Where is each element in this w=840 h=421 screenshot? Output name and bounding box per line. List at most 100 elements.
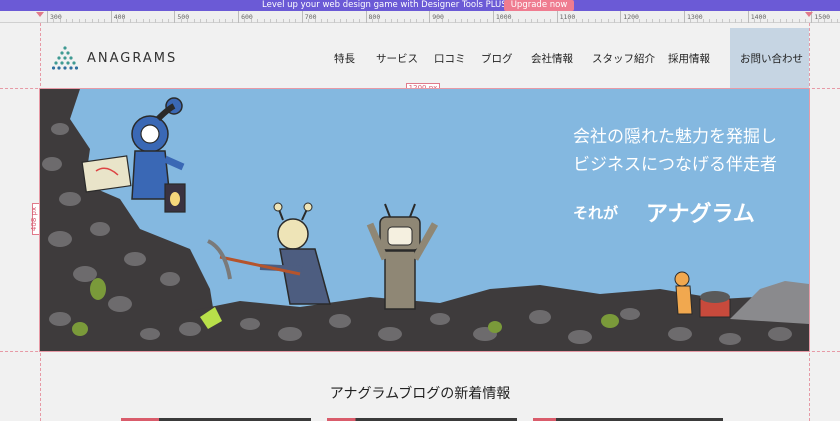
ruler-minor-tick (206, 19, 208, 23)
ruler-minor-tick (155, 19, 157, 23)
nav-item-recruit[interactable]: 採用情報 (668, 51, 710, 66)
ruler-minor-tick (461, 19, 463, 23)
ruler-minor-tick (378, 19, 380, 23)
ruler-minor-tick (180, 19, 182, 23)
hero-tagline-prefix: それが (573, 204, 619, 222)
ruler-tick-line (47, 11, 48, 23)
ruler-minor-tick (824, 19, 826, 23)
ruler-minor-tick (168, 19, 170, 23)
ruler-minor-tick (785, 19, 787, 23)
hero-brand: アナグラム (646, 202, 755, 227)
ruler-minor-tick (308, 19, 310, 23)
ruler-minor-tick (199, 19, 201, 23)
ruler-minor-tick (129, 19, 131, 23)
ruler-minor-tick (696, 19, 698, 23)
promo-bar: Level up your web design game with Desig… (0, 0, 840, 11)
ruler-tick-line (365, 11, 367, 23)
ruler-minor-tick (792, 19, 794, 23)
ruler-minor-tick (499, 19, 501, 23)
ruler-right-marker[interactable] (805, 12, 813, 17)
ruler-tick-line (492, 11, 494, 23)
ruler-minor-tick (715, 19, 717, 23)
nav-item-company[interactable]: 会社情報 (531, 51, 573, 66)
ruler-tick-label: 1500 (814, 13, 831, 21)
ruler-minor-tick (218, 19, 220, 23)
ruler-minor-tick (524, 19, 526, 23)
ruler-minor-tick (836, 19, 838, 23)
ruler-minor-tick (78, 19, 80, 23)
ruler-tick-line (556, 11, 558, 23)
nav-item-features[interactable]: 特長 (334, 51, 355, 66)
ruler-minor-tick (59, 19, 61, 23)
nav-item-services[interactable]: サービス (376, 51, 418, 66)
ruler-minor-tick (677, 19, 679, 23)
ruler-minor-tick (798, 19, 800, 23)
ruler-minor-tick (607, 19, 609, 23)
ruler-minor-tick (441, 19, 443, 23)
ruler-minor-tick (550, 19, 552, 23)
ruler-minor-tick (518, 19, 520, 23)
ruler-minor-tick (722, 19, 724, 23)
ruler-minor-tick (269, 19, 271, 23)
ruler-minor-tick (282, 19, 284, 23)
ruler-tick-label: 1400 (750, 13, 767, 21)
ruler-minor-tick (148, 19, 150, 23)
ruler-minor-tick (327, 19, 329, 23)
promo-text: Level up your web design game with Desig… (262, 0, 507, 10)
ruler-minor-tick (512, 19, 513, 23)
ruler-minor-tick (467, 19, 469, 23)
ruler-minor-tick (416, 19, 418, 23)
ruler-minor-tick (454, 19, 456, 23)
ruler-minor-tick (295, 19, 297, 23)
ruler-minor-tick (123, 19, 125, 23)
ruler-minor-tick (734, 19, 736, 23)
logo-text[interactable]: ANAGRAMS (87, 51, 177, 66)
ruler-left-marker[interactable] (36, 12, 44, 17)
grey-character (366, 203, 439, 310)
ruler-minor-tick (728, 19, 730, 23)
ruler-minor-tick (645, 19, 647, 23)
blog-section-title: アナグラムブログの新着情報 (329, 386, 511, 402)
hero-tagline-line1: 会社の隠れた魅力を発掘し (573, 127, 777, 147)
ruler-minor-tick (766, 19, 768, 23)
nav-item-staff[interactable]: スタッフ紹介 (592, 51, 655, 66)
ruler-minor-tick (193, 19, 195, 23)
nav-item-blog[interactable]: ブログ (481, 51, 513, 66)
ruler-minor-tick (212, 19, 214, 23)
ruler-minor-tick (448, 19, 450, 23)
guide-right (809, 23, 810, 421)
ruler-minor-tick (231, 19, 233, 23)
ruler-minor-tick (244, 19, 246, 23)
ruler-minor-tick (410, 19, 412, 23)
ruler-minor-tick (346, 19, 348, 23)
ruler-tick-label: 1200 (623, 13, 639, 21)
nav-item-reviews[interactable]: 口コミ (434, 51, 466, 66)
anagrams-logo-icon[interactable] (52, 45, 78, 73)
ruler-minor-tick (136, 19, 138, 23)
page: Level up your web design game with Desig… (0, 0, 840, 421)
ruler-minor-tick (582, 19, 584, 23)
ruler-minor-tick (85, 19, 87, 23)
ruler-minor-tick (117, 19, 119, 23)
ruler-minor-tick (588, 19, 590, 23)
ruler-minor-tick (320, 19, 322, 23)
hero-tagline-line2: ビジネスにつなげる伴走者 (573, 155, 777, 175)
ruler-minor-tick (333, 19, 335, 23)
ruler-minor-tick (390, 19, 392, 23)
contact-button[interactable]: お問い合わせ (730, 28, 809, 88)
ruler-minor-tick (257, 19, 259, 23)
ruler-minor-tick (505, 19, 507, 23)
ruler-minor-tick (594, 19, 596, 23)
ruler-minor-tick (537, 19, 539, 23)
upgrade-button[interactable]: Upgrade now (504, 0, 574, 11)
ruler-minor-tick (543, 19, 545, 23)
horizontal-ruler[interactable]: 300 400 500 600 700 800 900 1000 1100 1200 1300 140… (0, 11, 840, 23)
ruler-minor-tick (760, 19, 762, 23)
ruler-tick-line (301, 11, 303, 23)
ruler-minor-tick (658, 19, 660, 23)
ruler-minor-tick (779, 19, 781, 23)
ruler-tick-line (620, 11, 622, 23)
ruler-minor-tick (314, 19, 316, 23)
ruler-minor-tick (671, 19, 673, 23)
ruler-tick-label: 1300 (687, 13, 703, 21)
